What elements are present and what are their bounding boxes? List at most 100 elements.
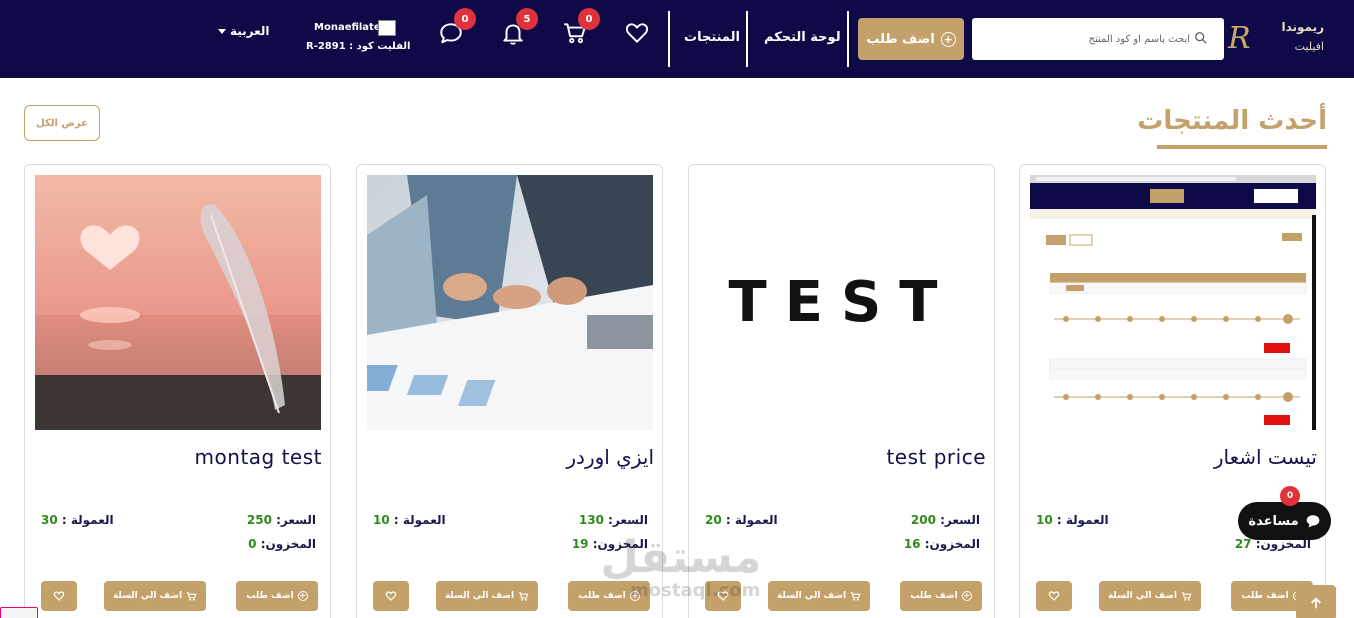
add-order-button[interactable]: + اضف طلب [236, 581, 318, 611]
feather-sunset-image [35, 175, 321, 430]
commission-row: العمولة : 10 [1036, 513, 1109, 527]
logo-line-1: ريموندا [1281, 20, 1324, 34]
product-image[interactable] [35, 175, 321, 430]
nav-link-dashboard[interactable]: لوحة التحكم [764, 30, 841, 45]
product-image[interactable]: TEST [699, 175, 985, 430]
add-order-label: اضف طلب [246, 591, 294, 601]
cart-icon [518, 591, 529, 601]
add-to-cart-button[interactable]: اضف الي السلة [768, 581, 870, 611]
heart-icon [53, 591, 65, 601]
cart-icon [1181, 591, 1192, 601]
plus-circle-icon: + [297, 591, 308, 601]
search-icon[interactable] [1194, 31, 1208, 45]
chat-bubble-icon [1306, 515, 1319, 528]
product-card: TEST test price السعر: 200 العمولة : 20 … [688, 164, 995, 618]
add-order-label: اضف طلب [1241, 591, 1289, 601]
stock-value: 27 [1234, 537, 1252, 551]
stock-label: المخزون: [260, 537, 316, 551]
language-label: العربية [230, 24, 270, 38]
product-name[interactable]: تيست اشعار [1214, 445, 1317, 469]
add-to-cart-label: اضف الي السلة [1107, 591, 1178, 601]
messages-button[interactable]: 0 [438, 8, 476, 50]
view-all-button[interactable]: عرض الكل [24, 105, 100, 141]
product-card: تيست اشعار العمولة : 10 المخزون: 27 + اض… [1019, 164, 1326, 618]
stock-row: المخزون: 0 [248, 537, 316, 551]
add-to-cart-button[interactable]: اضف الي السلة [1099, 581, 1201, 611]
cart-count-badge: 0 [578, 8, 600, 30]
product-image[interactable] [1030, 175, 1316, 430]
add-order-button[interactable]: + اضف طلب [900, 581, 982, 611]
help-count-badge: 0 [1280, 486, 1300, 506]
stock-value: 0 [248, 537, 257, 551]
stock-value: 19 [571, 537, 589, 551]
commission-row: العمولة : 30 [41, 513, 114, 527]
add-to-cart-button[interactable]: اضف الي السلة [104, 581, 206, 611]
corner-widget[interactable] [0, 607, 38, 618]
test-text-image: TEST [699, 175, 985, 430]
scroll-to-top-button[interactable] [1296, 585, 1336, 618]
section-title: أحدث المنتجات [1137, 106, 1327, 136]
logo-mark: R [1228, 21, 1251, 56]
stock-label: المخزون: [592, 537, 648, 551]
caret-down-icon [218, 28, 226, 34]
favorite-button[interactable] [705, 581, 741, 611]
cart-icon [186, 591, 197, 601]
stock-value: 16 [903, 537, 921, 551]
nav-divider [746, 11, 748, 67]
top-navbar: R ريموندا افيليت + اضف طلب لوحة التحكم ا… [0, 0, 1354, 78]
product-card: ايزي اوردر السعر: 130 العمولة : 10 المخز… [356, 164, 663, 618]
title-underline [1157, 145, 1327, 149]
user-profile[interactable]: Monaefilate R-2891 : الفليت كود [306, 19, 410, 59]
nav-divider [847, 11, 849, 67]
avatar [378, 20, 396, 36]
wishlist-button[interactable] [624, 20, 654, 50]
add-order-button[interactable]: + اضف طلب [858, 18, 964, 60]
notifications-button[interactable]: 5 [500, 8, 538, 50]
price-row: السعر: 130 [579, 513, 648, 527]
price-label: السعر: [940, 513, 980, 527]
heart-icon [625, 23, 649, 43]
plus-circle-icon: + [629, 591, 640, 601]
product-name[interactable]: montag test [195, 445, 322, 469]
nav-link-products[interactable]: المنتجات [684, 30, 740, 45]
arrow-up-icon [1311, 597, 1321, 609]
commission-value: 10 [373, 513, 390, 527]
help-chat-button[interactable]: مساعدة [1238, 502, 1331, 540]
help-label: مساعدة [1248, 513, 1299, 529]
nav-divider [668, 11, 670, 67]
commission-label: العمولة : [725, 513, 778, 527]
product-image[interactable] [367, 175, 653, 430]
logo-line-2: افيليت [1294, 40, 1324, 53]
favorite-button[interactable] [41, 581, 77, 611]
commission-value: 20 [705, 513, 722, 527]
commission-label: العمولة : [61, 513, 114, 527]
brand-logo[interactable]: R ريموندا افيليت [1228, 18, 1324, 60]
heart-icon [1048, 591, 1060, 601]
price-value: 130 [578, 513, 604, 527]
favorite-button[interactable] [1036, 581, 1072, 611]
price-row: السعر: 250 [247, 513, 316, 527]
affiliate-code: R-2891 : الفليت كود [306, 41, 411, 52]
commission-value: 10 [1036, 513, 1053, 527]
cart-button[interactable]: 0 [562, 8, 600, 50]
commission-row: العمولة : 10 [373, 513, 446, 527]
price-label: السعر: [276, 513, 316, 527]
favorite-button[interactable] [373, 581, 409, 611]
product-card: montag test السعر: 250 العمولة : 30 المخ… [24, 164, 331, 618]
commission-label: العمولة : [1056, 513, 1109, 527]
stock-label: المخزون: [924, 537, 980, 551]
cart-icon [850, 591, 861, 601]
commission-value: 30 [41, 513, 58, 527]
add-order-button[interactable]: + اضف طلب [568, 581, 650, 611]
test-image-text: TEST [729, 270, 956, 335]
commission-row: العمولة : 20 [705, 513, 778, 527]
notifications-count-badge: 5 [516, 8, 538, 30]
screenshot-thumbnail [1030, 175, 1316, 430]
search-input[interactable] [972, 18, 1224, 60]
stock-row: المخزون: 19 [572, 537, 648, 551]
add-to-cart-button[interactable]: اضف الي السلة [436, 581, 538, 611]
price-value: 200 [910, 513, 936, 527]
language-selector[interactable]: العربية [218, 24, 270, 38]
product-name[interactable]: ايزي اوردر [566, 445, 654, 469]
product-name[interactable]: test price [886, 445, 986, 469]
